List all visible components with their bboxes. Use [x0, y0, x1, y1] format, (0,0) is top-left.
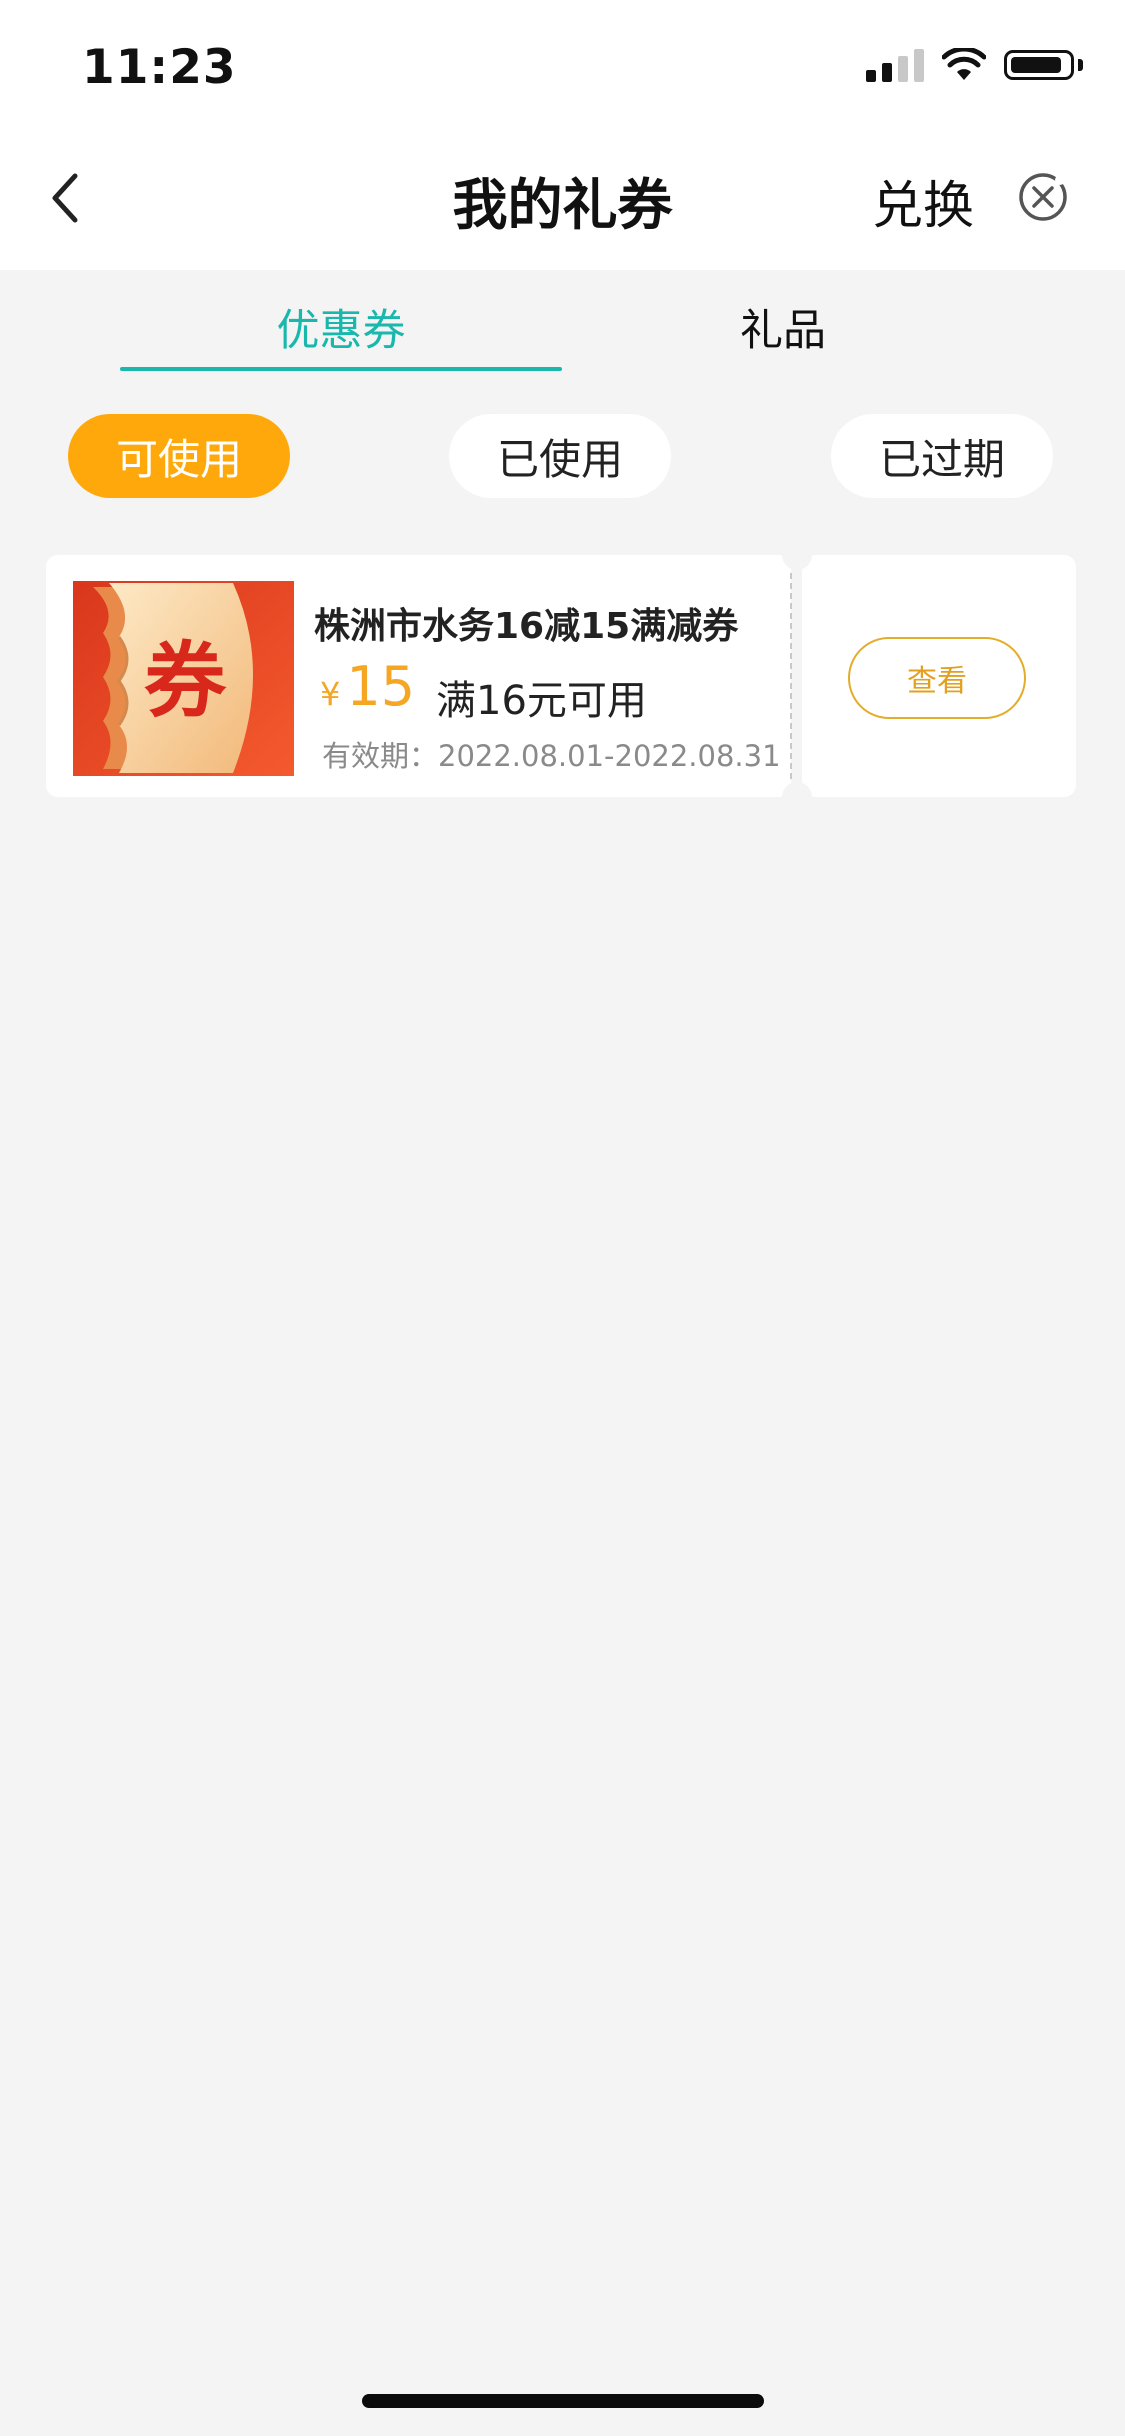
active-tab-indicator	[120, 367, 562, 371]
tab-coupons[interactable]: 优惠券	[120, 296, 562, 358]
status-time: 11:23	[82, 40, 237, 95]
coupon-ticket-icon: 券	[73, 581, 294, 776]
battery-icon	[1004, 50, 1074, 80]
coupon-notch-bottom	[782, 782, 812, 812]
filter-used[interactable]: 已使用	[449, 414, 671, 498]
coupon-condition: 满16元可用	[436, 678, 647, 724]
wifi-icon	[942, 48, 986, 80]
close-button[interactable]	[1016, 170, 1070, 224]
coupon-perforation	[790, 573, 792, 779]
back-button[interactable]	[40, 165, 90, 231]
status-icons	[866, 48, 1083, 82]
close-circle-icon	[1019, 173, 1067, 221]
signal-icon	[866, 48, 924, 82]
top-bar: 11:23 我的礼券 兑换	[0, 0, 1125, 270]
battery-cap	[1078, 59, 1083, 71]
coupon-notch-top	[782, 540, 812, 570]
filter-bar: 可使用 已使用 已过期	[0, 412, 1125, 502]
coupon-validity: 有效期：2022.08.01-2022.08.31	[322, 739, 781, 773]
coupon-card[interactable]: 券 株洲市水务16减15满减券 ¥ 15 满16元可用 有效期：2022.08.…	[46, 540, 1076, 812]
svg-text:券: 券	[144, 634, 227, 729]
coupon-price: ¥ 15	[320, 655, 415, 718]
redeem-button[interactable]: 兑换	[872, 164, 974, 238]
filter-usable[interactable]: 可使用	[68, 414, 290, 498]
chevron-left-icon	[52, 173, 78, 223]
tab-bar: 优惠券 礼品	[0, 270, 1125, 380]
coupon-amount: 15	[346, 655, 416, 718]
view-coupon-button[interactable]: 查看	[848, 637, 1026, 719]
currency-symbol: ¥	[320, 675, 341, 713]
filter-expired[interactable]: 已过期	[831, 414, 1053, 498]
home-indicator	[362, 2394, 764, 2408]
tab-gifts[interactable]: 礼品	[562, 296, 1004, 358]
coupon-title: 株洲市水务16减15满减券	[314, 606, 739, 647]
